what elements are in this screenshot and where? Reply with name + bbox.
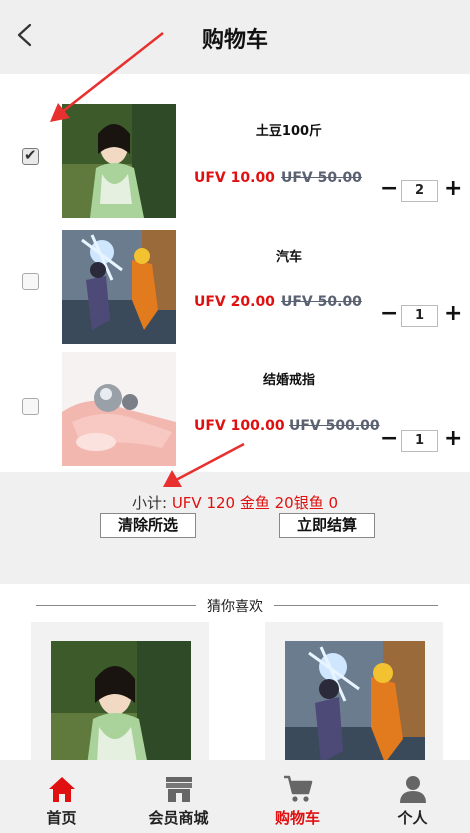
- quantity-input[interactable]: 2: [401, 180, 438, 202]
- item-checkbox[interactable]: ✔: [22, 146, 39, 165]
- cart-list: ✔ 土豆100斤 UFV 10.00 UFV 50.00 − 2 + 汽车 UF…: [0, 74, 470, 472]
- bottom-tab-bar: 首页 会员商城 购物车 个人: [0, 760, 470, 833]
- minus-icon[interactable]: −: [380, 301, 398, 326]
- quantity-input[interactable]: 1: [401, 305, 438, 327]
- product-price: UFV 20.00: [194, 294, 275, 310]
- subtotal: 小计: UFV 120 金鱼 20银鱼 0: [0, 492, 470, 513]
- quantity-stepper: − 2 +: [380, 176, 462, 202]
- subtotal-amount: UFV 120 金鱼 20银鱼 0: [171, 494, 339, 512]
- product-thumbnail[interactable]: [62, 352, 176, 466]
- cart-item: ✔ 土豆100斤 UFV 10.00 UFV 50.00 − 2 +: [0, 104, 470, 224]
- cart-item: 结婚戒指 UFV 100.00 UFV 500.00 − 1 +: [0, 352, 470, 472]
- cart-summary: 小计: UFV 120 金鱼 20银鱼 0 清除所选 立即结算: [0, 472, 470, 584]
- checkout-button[interactable]: 立即结算: [279, 513, 375, 538]
- plus-icon[interactable]: +: [444, 176, 462, 201]
- recommend-title: 猜你喜欢: [207, 599, 263, 615]
- tab-label: 个人: [397, 809, 428, 827]
- tab-home[interactable]: 首页: [3, 760, 120, 833]
- cart-item: 汽车 UFV 20.00 UFV 50.00 − 1 +: [0, 230, 470, 350]
- tab-label: 购物车: [274, 809, 320, 827]
- item-checkbox[interactable]: [22, 273, 39, 290]
- product-thumbnail[interactable]: [62, 230, 176, 344]
- product-original-price: UFV 50.00: [281, 170, 362, 186]
- product-original-price: UFV 500.00: [289, 418, 380, 434]
- tab-member-mall[interactable]: 会员商城: [120, 760, 237, 833]
- page-title: 购物车: [201, 28, 268, 53]
- header: 购物车: [0, 0, 470, 74]
- plus-icon[interactable]: +: [444, 301, 462, 326]
- clear-selected-button[interactable]: 清除所选: [100, 513, 196, 538]
- quantity-stepper: − 1 +: [380, 426, 462, 452]
- cart-icon: [283, 775, 312, 802]
- tab-label: 首页: [46, 809, 77, 827]
- product-original-price: UFV 50.00: [281, 294, 362, 310]
- quantity-stepper: − 1 +: [380, 301, 462, 327]
- tab-cart[interactable]: 购物车: [239, 760, 356, 833]
- plus-icon[interactable]: +: [444, 426, 462, 451]
- item-checkbox[interactable]: [22, 398, 39, 415]
- check-icon: ✔: [24, 146, 37, 164]
- home-icon: [48, 777, 75, 802]
- store-icon: [165, 777, 192, 802]
- product-price: UFV 10.00: [194, 170, 275, 186]
- person-icon: [399, 776, 426, 803]
- product-thumbnail[interactable]: [62, 104, 176, 218]
- subtotal-label: 小计:: [131, 494, 168, 512]
- product-price: UFV 100.00: [194, 418, 285, 434]
- product-name: 汽车: [275, 250, 302, 265]
- divider: [274, 605, 438, 606]
- product-name: 土豆100斤: [255, 124, 323, 139]
- tab-label: 会员商城: [148, 809, 209, 827]
- product-name: 结婚戒指: [262, 373, 315, 388]
- quantity-input[interactable]: 1: [401, 430, 438, 452]
- minus-icon[interactable]: −: [380, 426, 398, 451]
- tab-profile[interactable]: 个人: [354, 760, 470, 833]
- minus-icon[interactable]: −: [380, 176, 398, 201]
